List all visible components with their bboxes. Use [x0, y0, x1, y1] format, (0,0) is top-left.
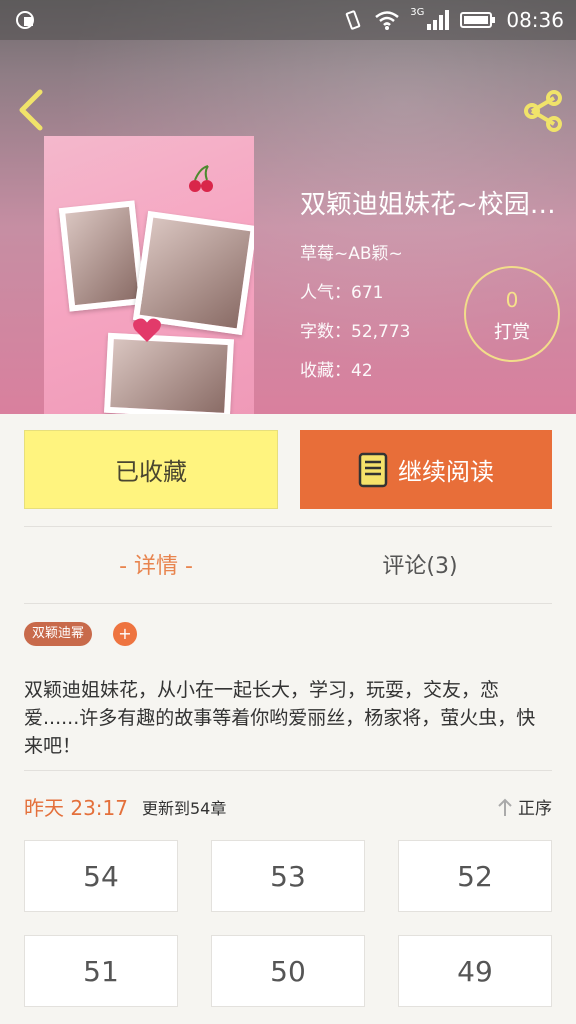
book-author[interactable]: 草莓~AB颖~ [300, 239, 572, 264]
favorites-stat: 收藏：42 [300, 361, 373, 381]
book-description: 双颖迪姐妹花，从小在一起长大，学习，玩耍，交友，恋爱......许多有趣的故事等… [24, 679, 536, 757]
book-title: 双颖迪姐妹花~校园… [300, 190, 556, 220]
notification-icon [16, 11, 34, 29]
chapter-button[interactable]: 53 [211, 840, 365, 912]
chapter-button[interactable]: 52 [398, 840, 552, 912]
tip-count: 0 [505, 288, 519, 312]
arrow-up-icon [498, 798, 512, 816]
cover-photo [58, 200, 146, 312]
continue-reading-button[interactable]: 继续阅读 [300, 430, 552, 509]
vibrate-icon [346, 10, 361, 30]
tip-label: 打赏 [494, 322, 530, 343]
divider [24, 770, 552, 771]
divider [24, 526, 552, 527]
network-type: 3G [410, 6, 425, 18]
chevron-left-icon[interactable] [14, 88, 50, 132]
collected-label: 已收藏 [115, 458, 187, 486]
collected-button[interactable]: 已收藏 [24, 430, 278, 509]
update-time: 昨天 23:17 [24, 796, 128, 820]
status-bar: 3G 08:36 [0, 0, 576, 40]
tip-button[interactable]: 0 打赏 [464, 266, 560, 362]
book-icon [358, 452, 388, 487]
divider [24, 603, 552, 604]
chapter-button[interactable]: 49 [398, 935, 552, 1007]
update-text: 更新到54章 [142, 799, 227, 818]
tag-chip[interactable]: 双颖迪幂 [24, 622, 93, 646]
heart-icon [133, 318, 161, 342]
chapter-button[interactable]: 54 [24, 840, 178, 912]
cherry-icon [189, 165, 213, 192]
tab-detail[interactable]: - 详情 - [24, 548, 288, 580]
add-tag-button[interactable]: + [113, 622, 137, 646]
cover-photo [103, 332, 235, 414]
book-header: 3G 08:36 双颖迪姐妹花~校园… 草莓~AB颖~ 人气：671 字数：52… [0, 0, 576, 414]
chapter-button[interactable]: 50 [211, 935, 365, 1007]
share-icon[interactable] [520, 88, 566, 134]
battery-icon [460, 12, 496, 28]
clock: 08:36 [506, 8, 564, 32]
book-cover[interactable] [44, 136, 254, 414]
sort-label: 正序 [518, 799, 552, 819]
signal-icon [427, 10, 450, 30]
sort-button[interactable]: 正序 [496, 794, 552, 819]
tab-comments[interactable]: 评论(3) [288, 548, 552, 580]
wifi-icon [375, 11, 400, 30]
continue-reading-label: 继续阅读 [398, 458, 494, 486]
chapter-button[interactable]: 51 [24, 935, 178, 1007]
